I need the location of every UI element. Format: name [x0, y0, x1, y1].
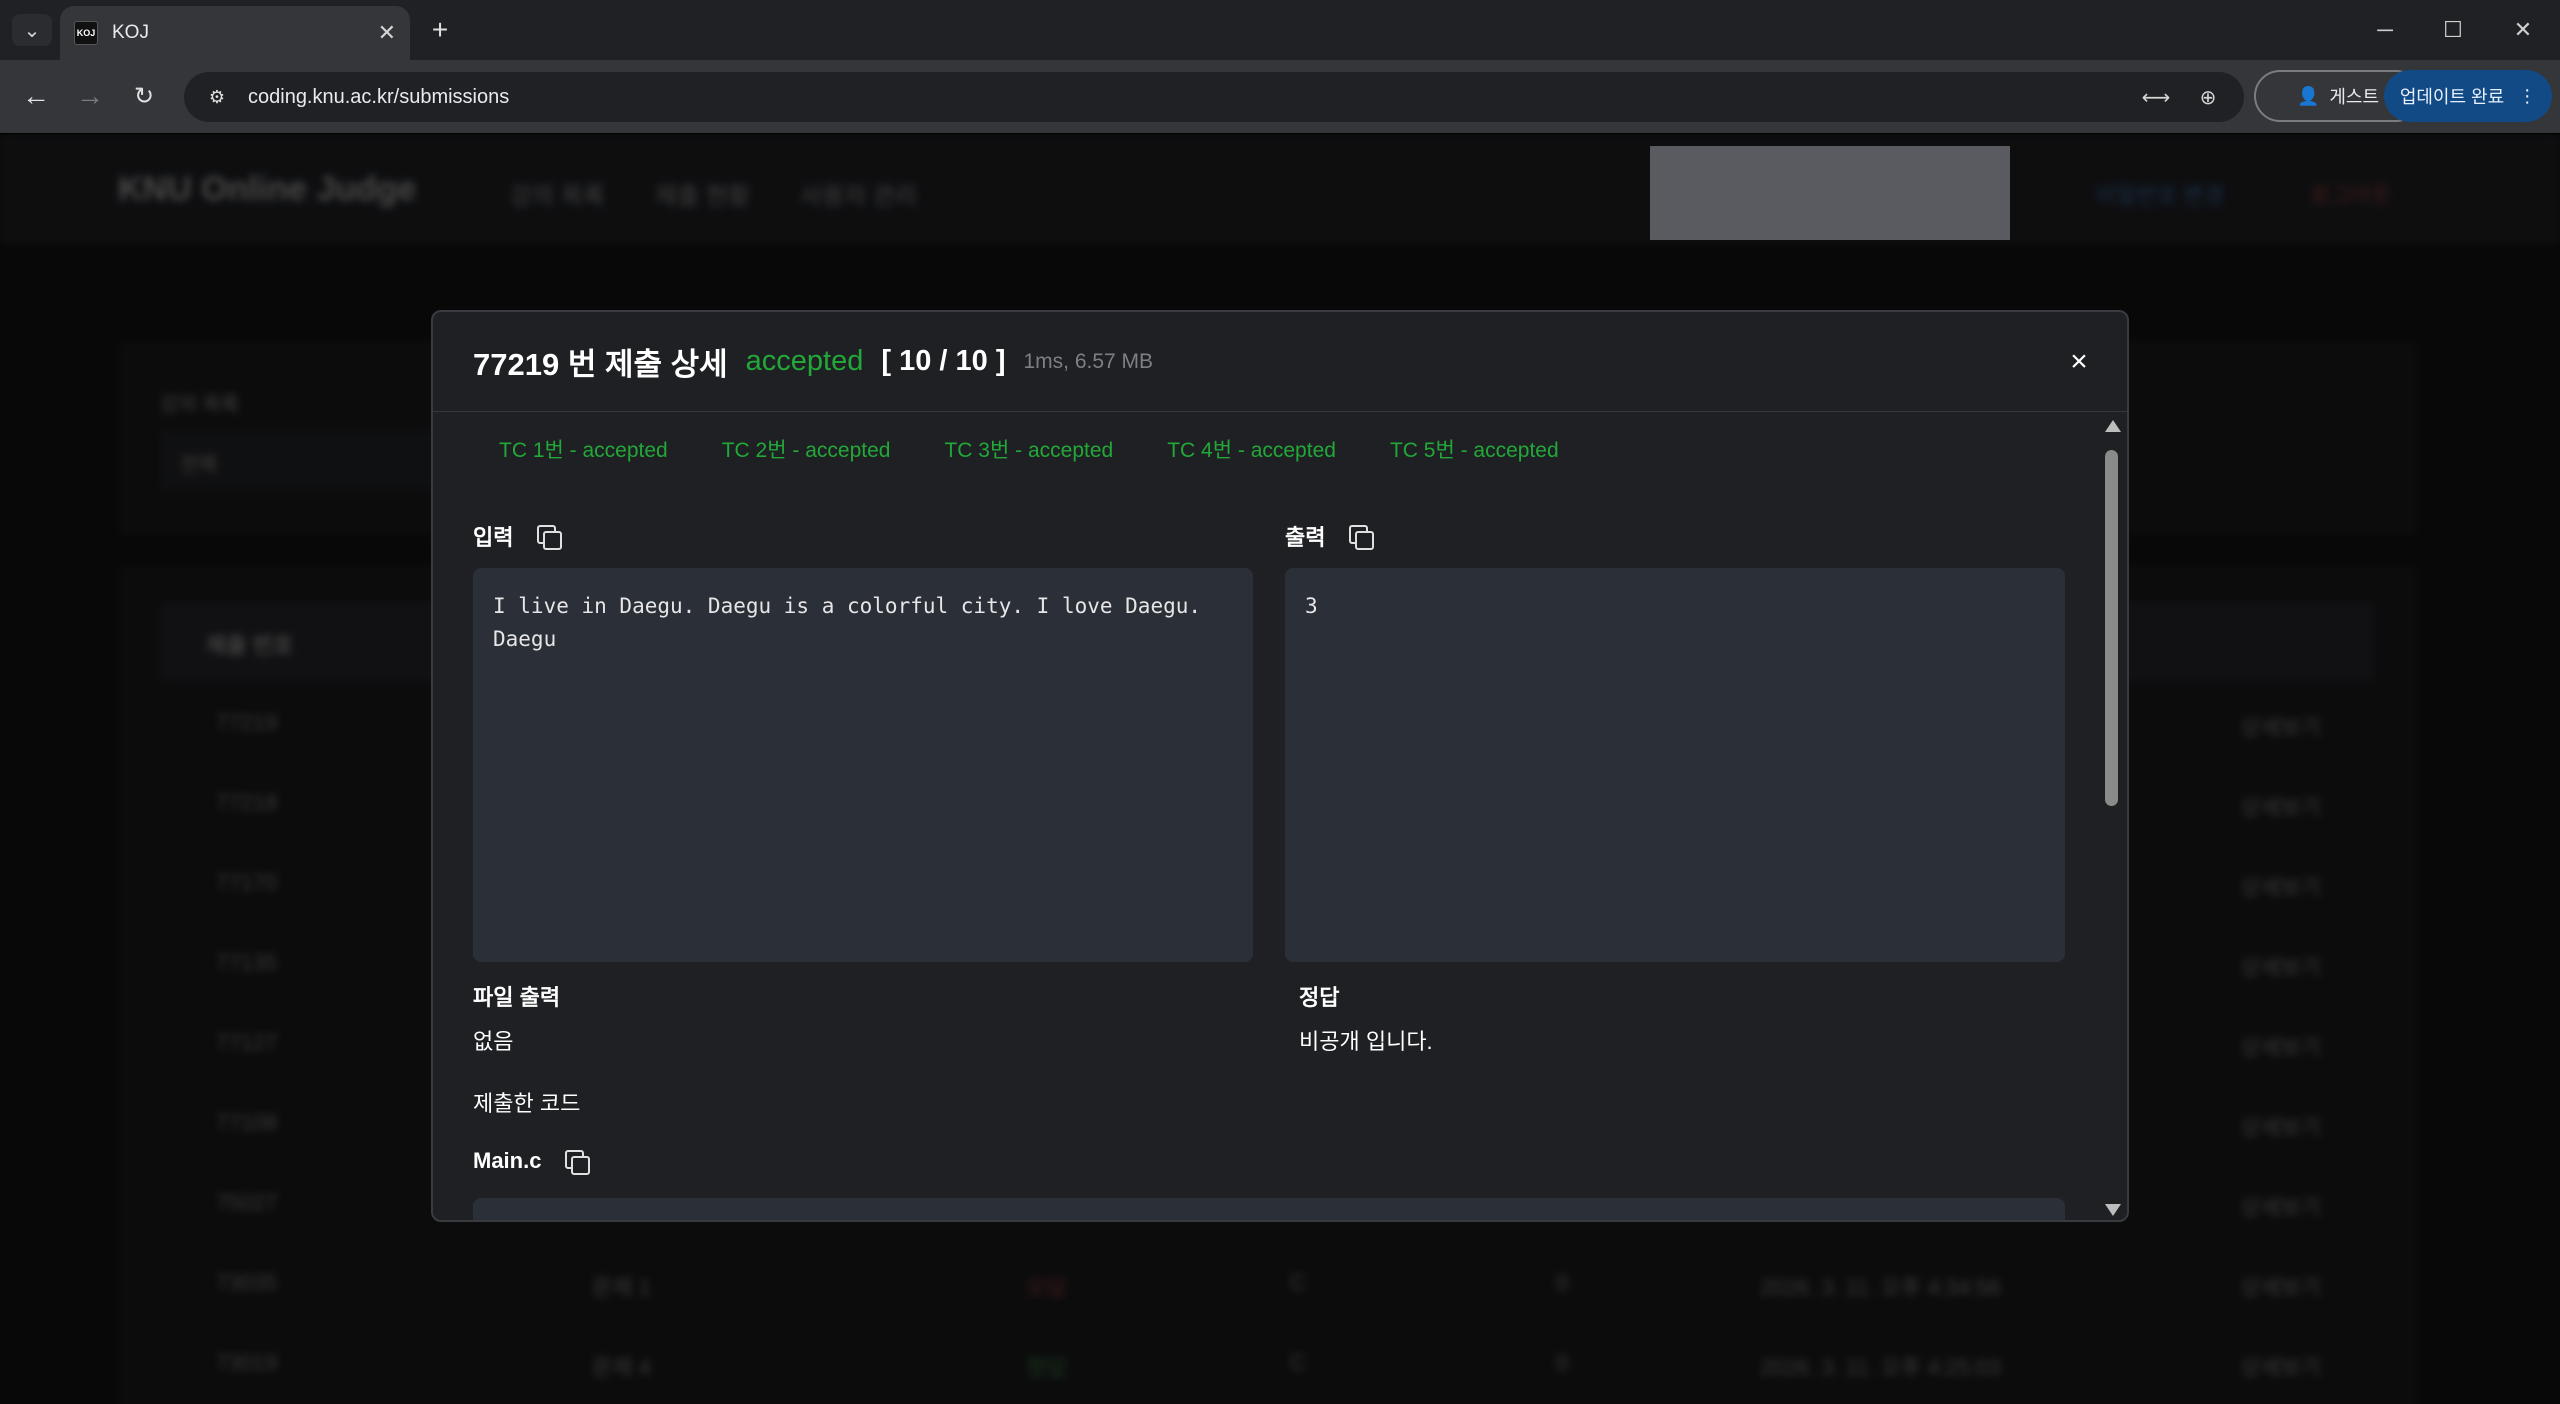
more-vert-icon: ⋮ [2518, 85, 2537, 106]
modal-title: 77219 번 제출 상세 [473, 347, 728, 382]
modal-scrollbar[interactable] [2097, 412, 2127, 1220]
tab-tc-2[interactable]: TC 2번 - accepted [722, 434, 891, 464]
tab-close-icon[interactable]: ✕ [378, 20, 396, 46]
arrow-left-icon: ← [22, 80, 50, 111]
resource-usage: 1ms, 6.57 MB [1023, 349, 1154, 373]
guest-label: 게스트 [2329, 87, 2380, 107]
tab-tc-5[interactable]: TC 5번 - accepted [1390, 434, 1559, 464]
favicon-icon: KOJ [74, 21, 98, 45]
input-box[interactable]: I live in Daegu. Daegu is a colorful cit… [473, 568, 1253, 962]
scroll-down-icon[interactable] [2105, 1204, 2121, 1216]
tab-search-button[interactable]: ⌄ [12, 14, 52, 46]
browser-tab-active[interactable]: KOJ KOJ ✕ [60, 6, 410, 60]
status-badge: accepted [745, 345, 864, 377]
reload-icon: ↻ [133, 82, 155, 110]
score-text: [ 10 / 10 ] [881, 345, 1006, 377]
submitted-code-label: 제출한 코드 [473, 1091, 581, 1116]
url-text[interactable]: coding.knu.ac.kr/submissions [248, 86, 2122, 109]
output-box[interactable]: 3 [1285, 568, 2065, 962]
maximize-button[interactable]: ☐ [2428, 12, 2478, 48]
forward-button[interactable]: → [70, 76, 110, 116]
close-window-button[interactable]: ✕ [2498, 12, 2548, 48]
update-button[interactable]: 업데이트 완료 ⋮ [2384, 70, 2552, 122]
tab-tc-4[interactable]: TC 4번 - accepted [1167, 434, 1336, 464]
output-label: 출력 [1285, 525, 1326, 550]
scroll-up-icon[interactable] [2105, 420, 2121, 432]
testcase-tabs: TC 1번 - accepted TC 2번 - accepted TC 3번 … [499, 434, 1613, 464]
tab-title: KOJ [112, 22, 149, 43]
input-section-label: 입력 [473, 520, 563, 552]
output-section-label: 출력 [1285, 520, 1375, 552]
new-tab-button[interactable]: + [420, 14, 460, 46]
site-info-icon[interactable]: ⚙ [202, 82, 232, 112]
arrow-right-icon: → [76, 80, 104, 111]
modal-body[interactable]: TC 1번 - accepted TC 2번 - accepted TC 3번 … [433, 412, 2099, 1220]
minimize-button[interactable]: ─ [2360, 12, 2410, 48]
minimize-icon: ─ [2377, 17, 2393, 42]
browser-toolbar: ← → ↻ ⚙ coding.knu.ac.kr/submissions ⟷ ⊕… [0, 60, 2560, 134]
close-icon: ✕ [2513, 17, 2533, 42]
code-file-label: Main.c [473, 1148, 591, 1175]
file-output-value: 없음 [473, 1029, 514, 1054]
copy-icon[interactable] [535, 523, 563, 550]
answer-label: 정답 [1299, 985, 1340, 1010]
browser-tab-bar: ⌄ KOJ KOJ ✕ + ─ ☐ ✕ [0, 0, 2560, 60]
tab-tc-3[interactable]: TC 3번 - accepted [944, 434, 1113, 464]
address-bar[interactable]: ⚙ coding.knu.ac.kr/submissions ⟷ ⊕ [184, 72, 2244, 122]
redacted-user-box [1650, 146, 2010, 240]
tab-tc-1[interactable]: TC 1번 - accepted [499, 434, 668, 464]
input-label: 입력 [473, 525, 514, 550]
close-icon[interactable]: × [2061, 344, 2097, 380]
copy-icon[interactable] [1347, 523, 1375, 550]
copy-icon[interactable] [563, 1148, 591, 1175]
source-code-box[interactable] [473, 1198, 2065, 1220]
translate-icon[interactable]: ⟷ [2138, 79, 2174, 115]
scrollbar-thumb[interactable] [2105, 450, 2118, 806]
file-output-label: 파일 출력 [473, 985, 561, 1010]
zoom-icon[interactable]: ⊕ [2190, 79, 2226, 115]
code-file-name: Main.c [473, 1148, 542, 1173]
submission-detail-modal: 77219 번 제출 상세 accepted [ 10 / 10 ] 1ms, … [431, 310, 2129, 1222]
reload-button[interactable]: ↻ [124, 76, 164, 116]
maximize-icon: ☐ [2443, 17, 2463, 42]
update-label: 업데이트 완료 [2399, 87, 2505, 107]
plus-icon: + [431, 14, 449, 45]
back-button[interactable]: ← [16, 76, 56, 116]
chevron-down-icon: ⌄ [23, 19, 41, 42]
modal-header: 77219 번 제출 상세 accepted [ 10 / 10 ] 1ms, … [433, 312, 2127, 412]
person-icon: 👤 [2296, 85, 2320, 106]
answer-value: 비공개 입니다. [1299, 1029, 1433, 1054]
